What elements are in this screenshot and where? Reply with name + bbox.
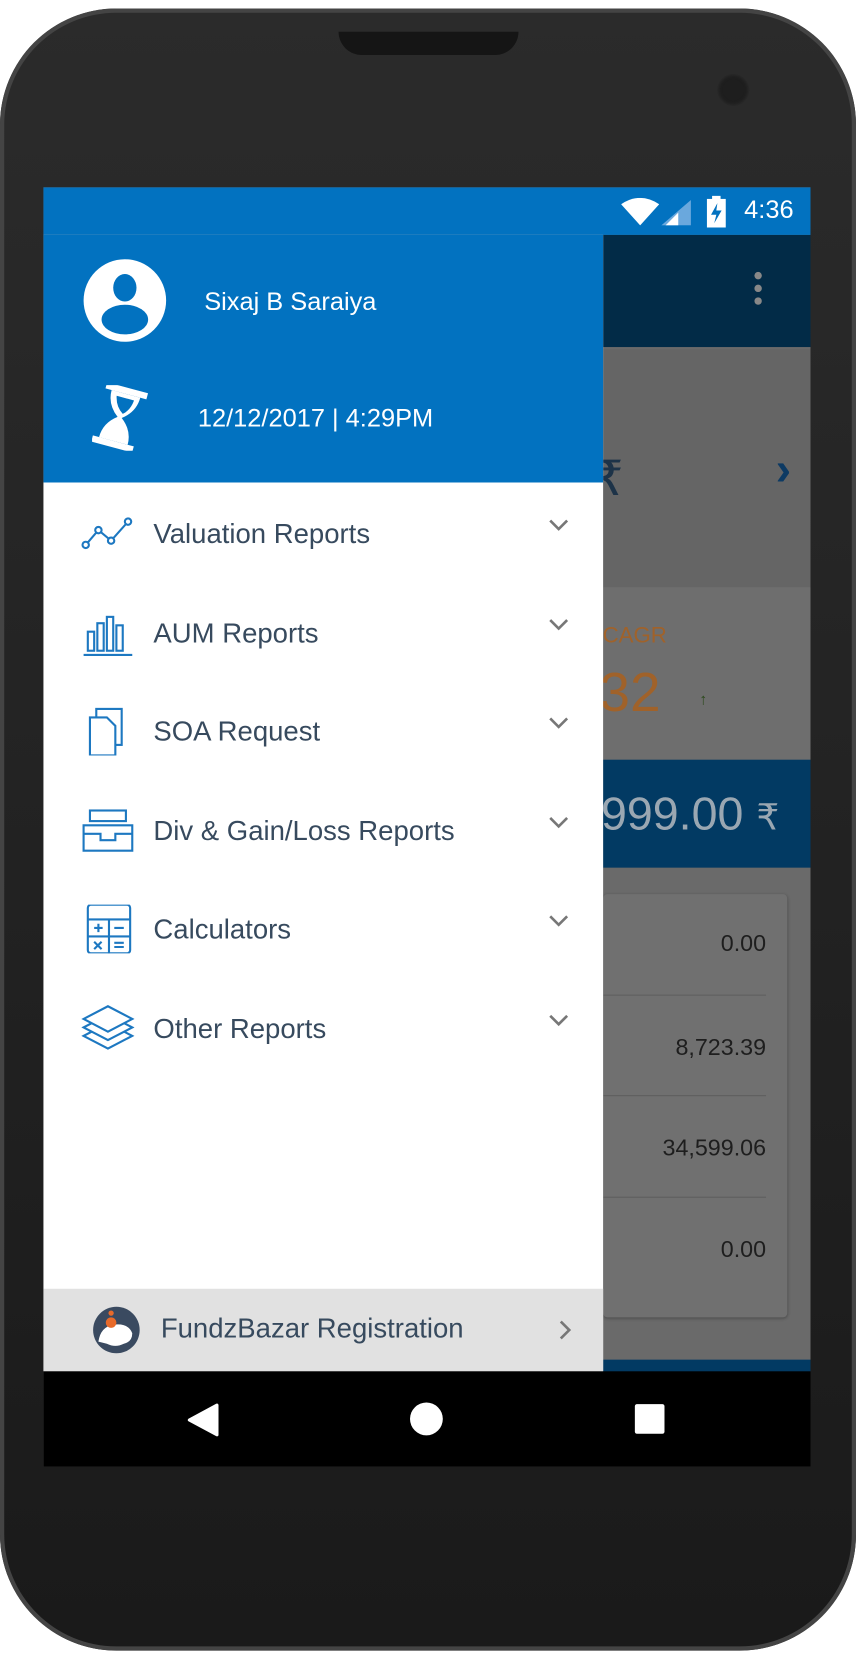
divider [603, 1196, 767, 1198]
speaker-grille [338, 31, 519, 56]
avatar[interactable] [83, 259, 167, 342]
menu-item-aum-reports[interactable]: AUM Reports [43, 589, 603, 674]
inbox-tray-icon [82, 809, 134, 852]
list-row-value: 8,723.39 [675, 1033, 767, 1061]
bar-chart-icon [83, 615, 133, 657]
list-row-value: 0.00 [720, 1235, 767, 1263]
user-name: Sixaj B Saraiya [204, 287, 377, 317]
menu-item-calculators[interactable]: Calculators [43, 886, 603, 971]
menu-item-label: Valuation Reports [153, 517, 371, 550]
wifi-icon [621, 197, 660, 226]
divider [603, 1095, 767, 1097]
menu-item-div-gain-loss-reports[interactable]: Div & Gain/Loss Reports [43, 787, 603, 872]
up-arrow-icon: ↑ [699, 690, 708, 709]
drawer-header: Sixaj B Saraiya 12/12/2017 | 4:29PM [43, 234, 604, 483]
home-icon[interactable] [409, 1402, 443, 1436]
documents-icon [88, 707, 123, 756]
menu-item-label: AUM Reports [153, 616, 319, 649]
chevron-down-icon[interactable] [547, 715, 570, 730]
total-value: 999.00 ₹ [601, 788, 779, 841]
list-row-value: 34,599.06 [662, 1134, 767, 1161]
chevron-down-icon[interactable] [547, 517, 570, 532]
chevron-right-icon[interactable] [558, 1318, 573, 1341]
system-navigation-bar [43, 1371, 811, 1467]
chevron-down-icon[interactable] [547, 617, 570, 632]
menu-item-valuation-reports[interactable]: Valuation Reports [43, 490, 603, 575]
back-icon[interactable] [187, 1403, 219, 1437]
front-camera [717, 74, 750, 106]
list-row-value: 0.00 [720, 930, 767, 957]
line-chart-icon [81, 517, 133, 550]
chevron-down-icon[interactable] [547, 815, 570, 830]
menu-item-label: Other Reports [153, 1012, 327, 1045]
fundzbazar-registration-button[interactable]: FundzBazar Registration [43, 1288, 604, 1372]
calculator-icon [86, 904, 132, 954]
total-currency: ₹ [756, 797, 780, 839]
user-icon [101, 274, 149, 335]
summary-list-card: 0.00 8,723.39 34,599.06 0.00 [603, 894, 788, 1318]
fundzbazar-logo-icon [93, 1306, 140, 1354]
hourglass-icon [92, 385, 149, 451]
last-login-datetime: 12/12/2017 | 4:29PM [197, 404, 434, 433]
divider [603, 994, 767, 996]
more-options-icon[interactable] [754, 271, 765, 310]
chevron-down-icon[interactable] [547, 1013, 570, 1028]
signal-icon [661, 199, 691, 226]
chevron-down-icon[interactable] [547, 913, 570, 928]
menu-item-soa-request[interactable]: SOA Request [43, 688, 603, 773]
battery-charging-icon [706, 195, 726, 228]
menu-item-label: Calculators [153, 913, 292, 945]
menu-item-other-reports[interactable]: Other Reports [43, 985, 603, 1070]
status-bar: 4:36 [43, 187, 811, 235]
layers-icon [81, 1005, 135, 1050]
next-chevron-icon[interactable]: › [776, 443, 792, 496]
navigation-drawer: Sixaj B Saraiya 12/12/2017 | 4:29PM Valu… [43, 234, 604, 1372]
status-clock: 4:36 [744, 195, 794, 225]
screen: ₹ › g CAGR .32 ↑ 999.00 ₹ 0.00 8,723.39 … [43, 187, 811, 1467]
footer-label: FundzBazar Registration [160, 1312, 464, 1344]
recents-icon[interactable] [634, 1403, 666, 1435]
menu-item-label: SOA Request [153, 715, 321, 748]
menu-item-label: Div & Gain/Loss Reports [153, 814, 455, 847]
total-value-amount: 999.00 [601, 788, 744, 841]
app-toolbar [603, 234, 811, 348]
